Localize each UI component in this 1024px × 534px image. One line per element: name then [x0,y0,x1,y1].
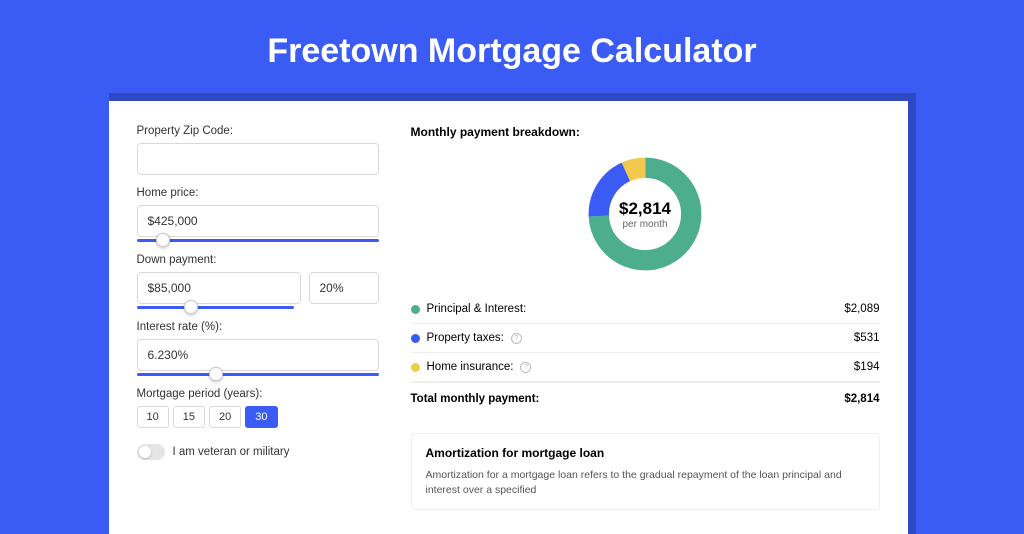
line-item-principal: Principal & Interest: $2,089 [411,295,880,324]
rate-slider[interactable] [137,373,379,376]
line-item-insurance: Home insurance: ? $194 [411,353,880,382]
li-label-principal: Principal & Interest: [427,303,527,315]
period-btn-15[interactable]: 15 [173,406,205,428]
field-veteran: I am veteran or military [137,444,379,460]
info-icon[interactable]: ? [520,362,531,373]
donut-center: $2,814 per month [584,153,706,275]
rate-label: Interest rate (%): [137,321,379,333]
field-zip: Property Zip Code: [137,125,379,175]
line-item-taxes: Property taxes: ? $531 [411,324,880,353]
total-row: Total monthly payment: $2,814 [411,382,880,419]
veteran-label: I am veteran or military [173,446,290,458]
veteran-toggle[interactable] [137,444,165,460]
li-val-principal: $2,089 [844,303,879,315]
page-title: Freetown Mortgage Calculator [0,0,1024,93]
down-slider[interactable] [137,306,294,309]
zip-input[interactable] [137,143,379,175]
dot-principal [411,305,420,314]
price-input[interactable] [137,205,379,237]
rate-input[interactable] [137,339,379,371]
price-slider-thumb[interactable] [156,233,170,247]
down-pct-input[interactable] [309,272,379,304]
amortization-block: Amortization for mortgage loan Amortizat… [411,433,880,510]
total-label: Total monthly payment: [411,393,540,405]
donut-sub: per month [622,219,667,230]
down-amount-input[interactable] [137,272,301,304]
breakdown-title: Monthly payment breakdown: [411,125,880,139]
down-slider-thumb[interactable] [184,300,198,314]
li-val-insurance: $194 [854,361,880,373]
price-label: Home price: [137,187,379,199]
zip-label: Property Zip Code: [137,125,379,137]
li-label-insurance: Home insurance: [427,361,514,373]
period-btn-20[interactable]: 20 [209,406,241,428]
dot-insurance [411,363,420,372]
period-options: 10 15 20 30 [137,406,379,428]
dot-taxes [411,334,420,343]
info-icon[interactable]: ? [511,333,522,344]
field-rate: Interest rate (%): [137,321,379,376]
form-column: Property Zip Code: Home price: Down paym… [137,125,379,510]
li-val-taxes: $531 [854,332,880,344]
down-label: Down payment: [137,254,379,266]
veteran-toggle-knob [139,446,151,458]
period-btn-30[interactable]: 30 [245,406,277,428]
period-label: Mortgage period (years): [137,388,379,400]
calculator-card: Property Zip Code: Home price: Down paym… [109,101,908,534]
amort-title: Amortization for mortgage loan [426,446,865,460]
donut-wrap: $2,814 per month [411,153,880,275]
period-btn-10[interactable]: 10 [137,406,169,428]
card-shadow: Property Zip Code: Home price: Down paym… [109,93,916,534]
rate-slider-thumb[interactable] [209,367,223,381]
total-value: $2,814 [844,393,879,405]
donut-chart: $2,814 per month [584,153,706,275]
field-period: Mortgage period (years): 10 15 20 30 [137,388,379,428]
donut-amount: $2,814 [619,199,671,219]
li-label-taxes: Property taxes: [427,332,504,344]
breakdown-column: Monthly payment breakdown: $2,814 per mo… [411,125,880,510]
amort-text: Amortization for a mortgage loan refers … [426,468,865,497]
price-slider[interactable] [137,239,379,242]
field-down: Down payment: [137,254,379,309]
field-price: Home price: [137,187,379,242]
